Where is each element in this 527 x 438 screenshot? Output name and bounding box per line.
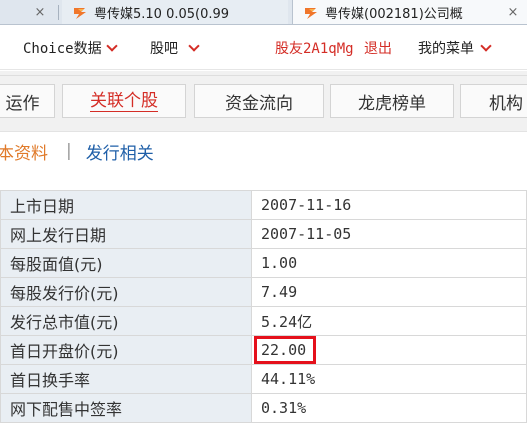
row-value: 2007-11-16 xyxy=(251,190,527,220)
close-icon[interactable]: × xyxy=(505,5,521,20)
row-value: 2007-11-05 xyxy=(251,219,527,249)
browser-tab-1[interactable]: 粤传媒5.10 0.05(0.99 xyxy=(62,0,288,24)
table-row: 上市日期 2007-11-16 xyxy=(0,190,527,220)
row-label: 上市日期 xyxy=(0,190,252,220)
table-row: 每股面值(元) 1.00 xyxy=(0,248,527,278)
sub-nav-separator: | xyxy=(66,141,72,161)
chevron-down-icon xyxy=(480,39,492,52)
table-row: 网下配售中签率 0.31% xyxy=(0,393,527,423)
chevron-down-icon xyxy=(188,39,200,52)
guba-label: 股吧 xyxy=(150,41,178,57)
row-label: 首日开盘价(元) xyxy=(0,335,252,365)
tab-label: 龙虎榜单 xyxy=(358,93,426,114)
table-row: 首日换手率 44.11% xyxy=(0,364,527,394)
tab-fund-flow[interactable]: 资金流向 xyxy=(194,84,324,118)
tab-related-stocks[interactable]: 关联个股 xyxy=(62,84,186,118)
choice-data-label: Choice数据 xyxy=(23,41,102,57)
tab-dragon-tiger-list[interactable]: 龙虎榜单 xyxy=(330,84,454,118)
tab-label: 机构 xyxy=(489,93,523,114)
row-label: 网下配售中签率 xyxy=(0,393,252,423)
browser-tab-strip: × 粤传媒5.10 0.05(0.99 粤传媒(002181)公司概 × xyxy=(0,0,527,25)
choice-data-menu[interactable]: Choice数据 xyxy=(23,38,118,58)
chevron-down-icon xyxy=(105,39,118,52)
basic-info-link[interactable]: 本资料 xyxy=(0,139,48,164)
tab-operation[interactable]: 运作 xyxy=(0,84,55,118)
row-label: 网上发行日期 xyxy=(0,219,252,249)
guba-menu[interactable]: 股吧 xyxy=(150,38,200,58)
divider xyxy=(0,75,527,76)
row-label: 每股发行价(元) xyxy=(0,277,252,307)
my-menu-label: 我的菜单 xyxy=(418,41,474,57)
tab-title: 粤传媒5.10 0.05(0.99 xyxy=(94,7,230,22)
tab-label: 关联个股 xyxy=(90,90,158,112)
row-value: 0.31% xyxy=(251,393,527,423)
row-value: 44.11% xyxy=(251,364,527,394)
eastmoney-favicon-icon xyxy=(305,7,317,19)
row-label: 发行总市值(元) xyxy=(0,306,252,336)
browser-tab-2-active[interactable]: 粤传媒(002181)公司概 × xyxy=(292,0,527,24)
highlight-box: 22.00 xyxy=(254,336,317,364)
site-top-menu: Choice数据 股吧 股友2A1qMg 退出 我的菜单 xyxy=(0,26,527,70)
issue-info-table: 上市日期 2007-11-16 网上发行日期 2007-11-05 每股面值(元… xyxy=(0,190,527,423)
tab-separator xyxy=(58,5,59,20)
tab-title: 粤传媒(002181)公司概 xyxy=(325,7,463,22)
tab-institutions[interactable]: 机构 xyxy=(460,84,527,118)
table-row: 发行总市值(元) 5.24亿 xyxy=(0,306,527,336)
browser-tab-0[interactable]: × xyxy=(0,0,54,24)
row-value: 7.49 xyxy=(251,277,527,307)
issue-related-link[interactable]: 发行相关 xyxy=(86,139,154,164)
user-name-link[interactable]: 股友2A1qMg xyxy=(275,38,354,58)
table-row: 每股发行价(元) 7.49 xyxy=(0,277,527,307)
tab-label: 资金流向 xyxy=(225,93,293,114)
close-icon[interactable]: × xyxy=(32,5,48,20)
eastmoney-favicon-icon xyxy=(74,7,86,19)
table-row-highlighted: 首日开盘价(元) 22.00 xyxy=(0,335,527,365)
logout-link[interactable]: 退出 xyxy=(364,38,392,58)
table-row: 网上发行日期 2007-11-05 xyxy=(0,219,527,249)
sub-navigation: 本资料 | 发行相关 xyxy=(0,132,527,170)
row-value: 22.00 xyxy=(251,335,527,365)
tab-label: 运作 xyxy=(5,93,40,114)
section-tab-bar: 运作 关联个股 资金流向 龙虎榜单 机构 xyxy=(0,71,527,132)
my-menu[interactable]: 我的菜单 xyxy=(418,38,492,58)
row-label: 每股面值(元) xyxy=(0,248,252,278)
row-label: 首日换手率 xyxy=(0,364,252,394)
row-value: 5.24亿 xyxy=(251,306,527,336)
row-value: 1.00 xyxy=(251,248,527,278)
